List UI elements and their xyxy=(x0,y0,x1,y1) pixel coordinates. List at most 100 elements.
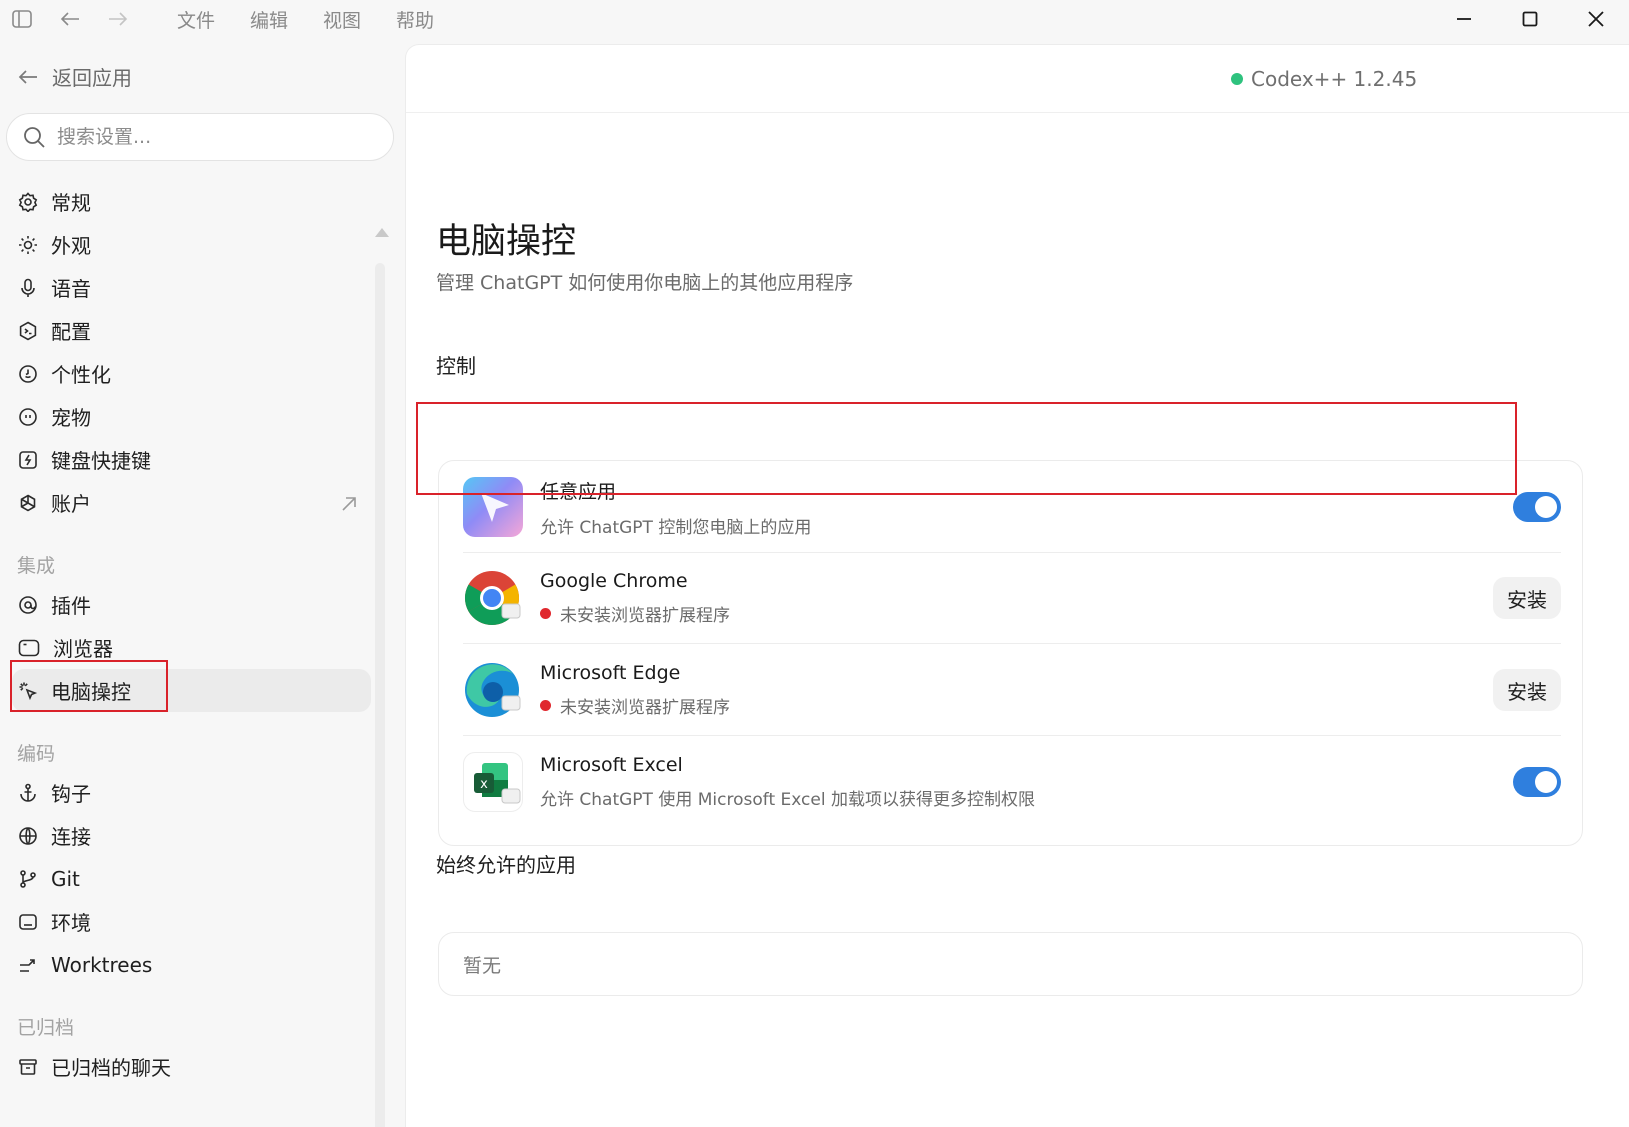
sidebar-item-connections[interactable]: 连接 xyxy=(12,814,371,857)
sidebar-item-config[interactable]: 配置 xyxy=(12,309,371,352)
edge-install-button[interactable]: 安装 xyxy=(1493,669,1561,711)
sidebar-item-label: 电脑操控 xyxy=(51,680,131,704)
terminal-hexagon-icon xyxy=(19,321,37,340)
sidebar-item-label: 浏览器 xyxy=(53,637,113,661)
menu-view[interactable]: 视图 xyxy=(323,6,361,33)
always-allowed-title: 始终允许的应用 xyxy=(436,853,576,877)
app-desc: 允许 ChatGPT 控制您电脑上的应用 xyxy=(540,517,812,538)
sidebar-item-personalization[interactable]: 个性化 xyxy=(12,352,371,395)
any-app-icon xyxy=(463,477,523,537)
minimize-icon xyxy=(1457,18,1471,20)
microphone-icon xyxy=(21,278,35,297)
excel-toggle[interactable] xyxy=(1513,767,1561,797)
settings-search[interactable] xyxy=(6,113,394,161)
sidebar-item-plugins[interactable]: 插件 xyxy=(12,583,371,626)
sidebar-item-keyboard-shortcuts[interactable]: 键盘快捷键 xyxy=(12,438,371,481)
sidebar-item-appearance[interactable]: 外观 xyxy=(12,223,371,266)
sidebar-scrollbar[interactable] xyxy=(375,263,385,1127)
minimize-button[interactable] xyxy=(1431,0,1497,38)
maximize-icon xyxy=(1522,11,1538,27)
sidebar-item-worktrees[interactable]: Worktrees xyxy=(12,943,371,986)
external-link-icon xyxy=(341,493,357,517)
worktree-icon xyxy=(20,958,35,972)
section-label-integration: 集成 xyxy=(17,555,56,577)
sidebar-item-hooks[interactable]: 钩子 xyxy=(12,771,371,814)
sidebar-item-git[interactable]: Git xyxy=(12,857,371,900)
app-row-excel: x Microsoft Excel 允许 ChatGPT 使用 Microsof… xyxy=(463,752,1561,812)
status-dot-red xyxy=(540,608,551,619)
archive-icon xyxy=(19,1058,37,1075)
scroll-up-arrow[interactable] xyxy=(375,228,389,237)
svg-text:x: x xyxy=(480,777,488,792)
section-label-coding: 编码 xyxy=(17,743,56,765)
git-branch-icon xyxy=(20,869,36,888)
sidebar-item-label: 插件 xyxy=(51,594,91,618)
sidebar-item-voice[interactable]: 语音 xyxy=(12,266,371,309)
sidebar-toggle-icon[interactable] xyxy=(3,0,41,38)
back-to-app-link[interactable]: 返回应用 xyxy=(18,62,132,91)
app-row-any-app: 任意应用 允许 ChatGPT 控制您电脑上的应用 xyxy=(463,477,1561,538)
browser-icon xyxy=(18,639,40,656)
apps-control-card: 任意应用 允许 ChatGPT 控制您电脑上的应用 Google Chrome … xyxy=(438,460,1583,846)
globe-icon xyxy=(19,826,37,845)
status-dot-red xyxy=(540,700,551,711)
gear-icon xyxy=(18,191,38,212)
back-to-app-label: 返回应用 xyxy=(52,66,132,90)
menu-help[interactable]: 帮助 xyxy=(396,6,434,33)
sidebar-item-computer-control[interactable]: 电脑操控 xyxy=(12,669,371,712)
sidebar-item-environment[interactable]: 环境 xyxy=(12,900,371,943)
sidebar-item-label: 账户 xyxy=(51,492,91,516)
sidebar-item-archived-chats[interactable]: 已归档的聊天 xyxy=(12,1045,371,1088)
sidebar-item-label: 个性化 xyxy=(51,363,111,387)
section-label-archived: 已归档 xyxy=(17,1017,75,1039)
window-controls xyxy=(1431,0,1629,38)
sidebar-item-label: Git xyxy=(51,866,80,891)
sidebar-item-label: 配置 xyxy=(51,320,91,344)
sidebar: 返回应用 常规 外观 语音 配置 个性化 宠物 键盘快捷键 账户 集成 xyxy=(0,38,405,1127)
app-name: 任意应用 xyxy=(540,480,617,503)
always-allowed-empty-box: 暂无 xyxy=(438,932,1583,996)
sidebar-item-account[interactable]: 账户 xyxy=(12,481,371,524)
main-header: Codex++ 1.2.45 xyxy=(406,45,1629,113)
sun-icon xyxy=(19,235,37,254)
main-panel: Codex++ 1.2.45 电脑操控 管理 ChatGPT 如何使用你电脑上的… xyxy=(405,44,1629,1127)
title-bar: 文件 编辑 视图 帮助 xyxy=(0,0,1629,38)
app-name: Microsoft Excel xyxy=(540,754,683,776)
app-desc: 允许 ChatGPT 使用 Microsoft Excel 加载项以获得更多控制… xyxy=(540,790,1035,810)
anchor-icon xyxy=(20,783,36,802)
divider xyxy=(463,643,1561,644)
any-app-toggle[interactable] xyxy=(1513,492,1561,522)
sidebar-item-pet[interactable]: 宠物 xyxy=(12,395,371,438)
chrome-install-button[interactable]: 安装 xyxy=(1493,577,1561,619)
divider xyxy=(463,552,1561,553)
arrow-left-icon xyxy=(18,69,37,84)
maximize-button[interactable] xyxy=(1497,0,1563,38)
close-button[interactable] xyxy=(1563,0,1629,38)
keyboard-shortcut-icon xyxy=(19,450,37,469)
personalization-icon xyxy=(19,364,37,383)
forward-arrow-icon[interactable] xyxy=(99,0,137,38)
menu-edit[interactable]: 编辑 xyxy=(250,6,288,33)
sidebar-item-label: 已归档的聊天 xyxy=(51,1056,171,1080)
page-title: 电脑操控 xyxy=(436,222,577,262)
environment-icon xyxy=(19,913,37,930)
app-row-edge: Microsoft Edge 未安装浏览器扩展程序 安装 xyxy=(463,660,1561,720)
sidebar-item-general[interactable]: 常规 xyxy=(12,180,371,223)
sidebar-item-label: 环境 xyxy=(51,911,91,935)
excel-icon: x xyxy=(463,752,523,812)
edge-icon xyxy=(463,660,523,720)
menu-file[interactable]: 文件 xyxy=(177,6,215,33)
page-subtitle: 管理 ChatGPT 如何使用你电脑上的其他应用程序 xyxy=(436,272,854,294)
version-label: Codex++ 1.2.45 xyxy=(1251,67,1418,91)
status-dot xyxy=(1231,73,1243,85)
app-desc: 未安装浏览器扩展程序 xyxy=(560,606,730,626)
app-row-chrome: Google Chrome 未安装浏览器扩展程序 安装 xyxy=(463,568,1561,628)
close-icon xyxy=(1588,11,1604,27)
empty-state-label: 暂无 xyxy=(463,954,502,977)
sidebar-item-browser[interactable]: 浏览器 xyxy=(12,626,371,669)
cursor-click-icon xyxy=(19,682,38,700)
search-input[interactable] xyxy=(57,126,357,148)
back-arrow-icon[interactable] xyxy=(51,0,89,38)
sidebar-item-label: 语音 xyxy=(51,277,91,301)
version-indicator: Codex++ 1.2.45 xyxy=(1231,67,1417,91)
